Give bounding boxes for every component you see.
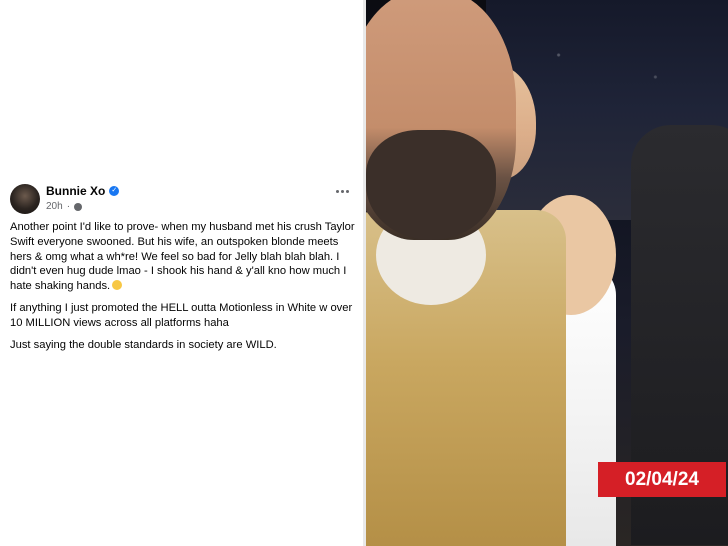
post-paragraph: If anything I just promoted the HELL out… <box>10 301 353 329</box>
post-paragraph: Just saying the double standards in soci… <box>10 338 277 351</box>
author-name[interactable]: Bunnie Xo <box>46 184 105 198</box>
man-beard <box>366 130 496 240</box>
post-paragraph: Another point I'd like to prove- when my… <box>10 221 355 293</box>
author-row: Bunnie Xo ✓ <box>46 184 120 198</box>
verified-badge-icon: ✓ <box>109 186 120 196</box>
more-options-icon[interactable] <box>336 190 349 193</box>
post-time[interactable]: 20h <box>46 201 63 212</box>
post-header: Bunnie Xo ✓ 20h · <box>10 184 355 218</box>
event-photo: 02/04/24 <box>366 0 728 546</box>
post-meta: 20h · <box>46 201 83 212</box>
post-body: Another point I'd like to prove- when my… <box>10 220 355 359</box>
facebook-post-panel: Bunnie Xo ✓ 20h · Another point I'd like… <box>0 0 363 546</box>
globe-icon <box>74 202 83 211</box>
date-badge: 02/04/24 <box>598 462 726 497</box>
laughing-emoji-icon <box>112 280 123 291</box>
avatar[interactable] <box>10 184 40 214</box>
